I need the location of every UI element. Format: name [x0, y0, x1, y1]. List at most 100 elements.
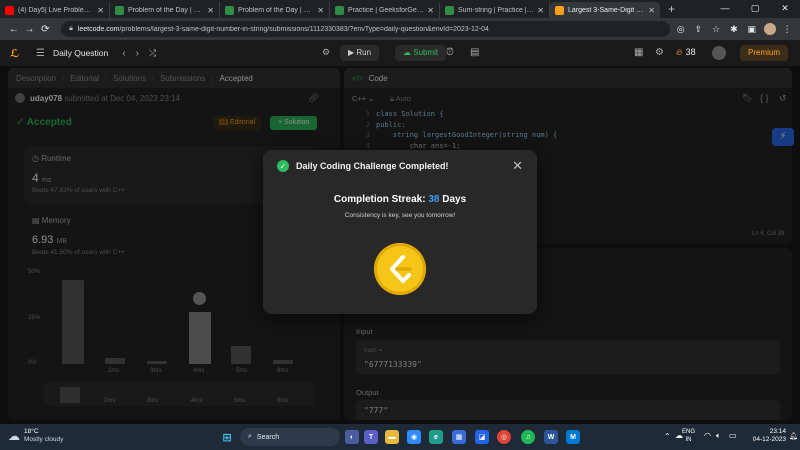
- tab-close-icon[interactable]: ✕: [537, 6, 544, 15]
- search-icon: ⌕: [248, 433, 252, 440]
- clock-date: 04-12-2023: [752, 436, 786, 443]
- language-indicator[interactable]: ENG IN: [682, 428, 695, 444]
- prev-problem-icon[interactable]: ‹: [122, 48, 125, 59]
- lang-top: ENG: [682, 429, 696, 435]
- tab-close-icon[interactable]: ✕: [317, 6, 324, 15]
- new-tab-button[interactable]: +: [660, 2, 683, 18]
- tab-close-icon[interactable]: ✕: [648, 6, 655, 15]
- notification-bell-icon[interactable]: 🔔︎: [789, 432, 798, 440]
- modal-header: ✓ Daily Coding Challenge Completed!: [277, 160, 449, 172]
- store-icon[interactable]: ▦: [452, 430, 466, 444]
- share-icon[interactable]: ⇪: [692, 24, 706, 35]
- volume-icon[interactable]: 🔈︎: [716, 431, 721, 441]
- premium-button[interactable]: Premium: [740, 45, 789, 61]
- upload-icon: ☁: [403, 48, 414, 57]
- leetcode-coin-icon: [374, 243, 426, 295]
- daily-question-title[interactable]: Daily Question: [53, 48, 108, 58]
- tab-favicon-icon: [115, 5, 124, 15]
- completion-streak: Completion Streak: 38 Days: [263, 194, 537, 205]
- tab-close-icon[interactable]: ✕: [207, 6, 214, 15]
- maximize-icon[interactable]: ▢: [740, 0, 770, 18]
- tab-strip: (4) Day5| Live Problem Sol ✕ Problem of th…: [0, 2, 660, 18]
- tab-title: Practice | GeeksforGeeks |: [348, 6, 425, 14]
- problem-list-icon[interactable]: ☰: [36, 48, 45, 59]
- zoom-icon[interactable]: ◉: [407, 430, 421, 444]
- shuffle-icon[interactable]: ⤮: [149, 48, 156, 59]
- file-explorer-icon[interactable]: ▬: [385, 430, 399, 444]
- minimize-icon[interactable]: —: [710, 0, 740, 18]
- clock[interactable]: 23:14 04-12-2023: [746, 428, 786, 444]
- layout-icon[interactable]: ▦: [634, 47, 643, 58]
- chrome-icon[interactable]: ◎: [497, 430, 511, 444]
- url-path: /problems/largest-3-same-digit-number-in…: [119, 25, 489, 33]
- modal-subtitle: Consistency is key, see you tomorrow!: [344, 212, 456, 219]
- bookmark-star-icon[interactable]: ☆: [709, 24, 723, 35]
- close-icon[interactable]: ✕: [512, 158, 523, 174]
- browser-tab[interactable]: Largest 3-Same-Digit Num ✕: [550, 2, 660, 18]
- streak-suffix: Days: [442, 194, 467, 205]
- wifi-icon[interactable]: ◠: [704, 431, 711, 440]
- weather-temp: 18°C: [24, 428, 39, 435]
- run-label: Run: [356, 48, 372, 57]
- run-button[interactable]: ▶ Run: [340, 45, 380, 61]
- extensions-icon[interactable]: ✱: [727, 24, 741, 35]
- tab-close-icon[interactable]: ✕: [427, 6, 434, 15]
- sidebar-icon[interactable]: ▣: [745, 24, 759, 35]
- streak-prefix: Completion Streak:: [333, 194, 426, 205]
- weather-widget[interactable]: ☁ 18°C Mostly cloudy: [8, 428, 63, 444]
- back-icon[interactable]: ←: [6, 24, 22, 35]
- tab-favicon-icon: [555, 5, 564, 15]
- debug-icon[interactable]: ⚙︎: [322, 47, 330, 58]
- reload-icon[interactable]: ⟳: [37, 24, 53, 35]
- browser-tab[interactable]: Problem of the Day | Geek ✕: [110, 2, 220, 18]
- app-icon[interactable]: ◪: [475, 430, 489, 444]
- daily-challenge-modal: ✓ Daily Coding Challenge Completed! ✕ Co…: [263, 150, 537, 314]
- tab-close-icon[interactable]: ✕: [97, 6, 104, 15]
- battery-icon[interactable]: ▭: [729, 431, 737, 440]
- url-host: leetcode.com: [77, 25, 120, 33]
- menu-icon[interactable]: ⋮: [780, 24, 794, 35]
- url-input[interactable]: 🔒︎ leetcode.com /problems/largest-3-same…: [61, 21, 670, 37]
- spotify-icon[interactable]: ♫: [521, 430, 535, 444]
- tab-title: Problem of the Day | Geek: [238, 6, 315, 14]
- forward-icon[interactable]: →: [22, 24, 38, 35]
- tab-title: Largest 3-Same-Digit Num: [568, 6, 646, 14]
- leetcode-logo-icon[interactable]: ℒ: [10, 47, 22, 60]
- clock-time: 23:14: [769, 428, 786, 435]
- tab-favicon-icon: [445, 5, 454, 15]
- tab-title: Problem of the Day | Geek: [128, 6, 205, 14]
- search-label: Search: [256, 433, 280, 441]
- edge-icon[interactable]: e: [429, 430, 443, 444]
- tab-title: (4) Day5| Live Problem Sol: [18, 6, 95, 14]
- settings-icon[interactable]: ⚙: [655, 47, 664, 58]
- google-lens-icon[interactable]: ◎: [674, 24, 688, 35]
- browser-tab[interactable]: (4) Day5| Live Problem Sol ✕: [0, 2, 110, 18]
- next-problem-icon[interactable]: ›: [136, 48, 139, 59]
- copilot-icon[interactable]: ◐: [345, 430, 359, 444]
- tray-chevron-icon[interactable]: ⌃: [664, 432, 671, 441]
- browser-tab[interactable]: Practice | GeeksforGeeks | ✕: [330, 2, 440, 18]
- timer-icon[interactable]: ⏰︎: [446, 47, 454, 58]
- weather-desc: Mostly cloudy: [24, 436, 64, 443]
- user-avatar[interactable]: [712, 46, 726, 60]
- browser-tab[interactable]: Sum-string | Practice | Ge ✕: [440, 2, 550, 18]
- start-windows-icon[interactable]: ⊞: [220, 430, 234, 444]
- notes-icon[interactable]: ▤: [470, 47, 479, 58]
- check-circle-icon: ✓: [277, 160, 289, 172]
- tab-title: Sum-string | Practice | Ge: [458, 6, 535, 14]
- submit-label: Submit: [413, 48, 439, 57]
- submit-button[interactable]: ☁ Submit: [395, 45, 447, 61]
- malwarebytes-icon[interactable]: M: [566, 430, 580, 444]
- address-toolbar: ← → ⟳ 🔒︎ leetcode.com /problems/largest-…: [0, 18, 800, 40]
- word-icon[interactable]: W: [544, 430, 558, 444]
- streak-number: 38: [428, 194, 440, 205]
- teams-icon[interactable]: T: [364, 430, 378, 444]
- profile-avatar[interactable]: [764, 23, 777, 35]
- taskbar-search[interactable]: ⌕ Search: [240, 428, 340, 446]
- cloud-icon: ☁: [8, 429, 20, 443]
- close-window-icon[interactable]: ✕: [770, 0, 800, 18]
- tab-favicon-icon: [335, 5, 344, 15]
- streak-badge[interactable]: 🔥︎ 38: [676, 47, 696, 58]
- tab-favicon-icon: [225, 5, 234, 15]
- browser-tab[interactable]: Problem of the Day | Geek ✕: [220, 2, 330, 18]
